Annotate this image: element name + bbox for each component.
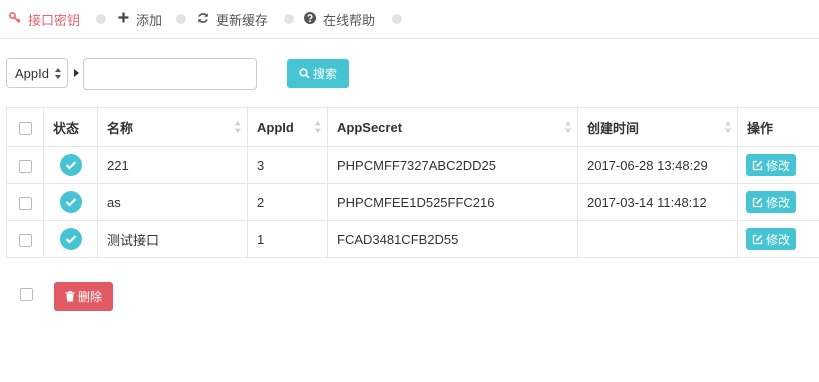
top-nav: 接口密钥 添加 更新缓存 在线帮助 <box>0 0 819 39</box>
search-button[interactable]: 搜索 <box>287 59 349 88</box>
sort-icon <box>235 121 241 133</box>
tab-separator-dot <box>392 14 402 24</box>
tab-label: 在线帮助 <box>323 12 376 28</box>
refresh-icon <box>196 12 210 27</box>
edit-icon <box>752 197 763 207</box>
search-field-select[interactable]: AppId <box>6 58 68 88</box>
sort-icon <box>565 121 571 133</box>
search-button-label: 搜索 <box>312 67 337 81</box>
created-time-cell <box>577 220 738 258</box>
delete-button[interactable]: 删除 <box>54 282 113 311</box>
edit-icon <box>752 234 763 244</box>
appid-cell: 2 <box>247 183 328 221</box>
check-circle-icon <box>59 228 82 250</box>
trash-icon <box>65 291 75 302</box>
header-created-label: 创建时间 <box>587 120 640 136</box>
edit-button[interactable]: 修改 <box>746 154 797 176</box>
edit-button-label: 修改 <box>766 158 791 173</box>
sort-icon <box>725 121 731 133</box>
header-appsecret[interactable]: AppSecret <box>327 107 578 147</box>
header-appid-label: AppId <box>257 119 294 135</box>
actions-cell: 修改 <box>737 220 819 258</box>
row-select-cell[interactable] <box>6 146 44 184</box>
appsecret-cell: FCAD3481CFB2D55 <box>327 220 578 258</box>
row-checkbox[interactable] <box>18 196 32 210</box>
tab-online-help[interactable]: 在线帮助 <box>303 10 375 28</box>
plus-icon <box>116 12 130 26</box>
tab-separator-dot <box>284 14 294 24</box>
tab-separator-dot <box>176 14 186 24</box>
check-circle-icon <box>59 154 82 176</box>
actions-cell: 修改 <box>737 146 819 184</box>
header-appid[interactable]: AppId <box>247 107 328 147</box>
check-circle-icon <box>59 191 82 213</box>
search-field-select-value: AppId <box>15 65 49 81</box>
footer-select-all-checkbox[interactable] <box>20 288 33 301</box>
status-cell <box>43 183 98 221</box>
edit-button-label: 修改 <box>766 195 791 210</box>
row-checkbox[interactable] <box>18 233 32 247</box>
status-cell <box>43 220 98 258</box>
name-cell: 测试接口 <box>97 220 248 258</box>
tab-add[interactable]: 添加 <box>116 10 162 28</box>
created-time-cell: 2017-03-14 11:48:12 <box>577 183 738 221</box>
search-icon <box>299 68 310 79</box>
header-name[interactable]: 名称 <box>97 107 248 147</box>
table-header-row: 状态 名称 AppId AppSecret 创建时间 操作 <box>6 107 819 147</box>
edit-button[interactable]: 修改 <box>746 191 797 213</box>
appid-cell: 1 <box>247 220 328 258</box>
edit-button-label: 修改 <box>766 232 791 247</box>
name-cell: as <box>97 183 248 221</box>
table-row: 221 3 PHPCMFF7327ABC2DD25 2017-06-28 13:… <box>6 146 819 184</box>
select-all-checkbox[interactable] <box>18 121 32 135</box>
appsecret-cell: PHPCMFF7327ABC2DD25 <box>327 146 578 184</box>
created-time-cell: 2017-06-28 13:48:29 <box>577 146 738 184</box>
header-name-label: 名称 <box>107 120 134 136</box>
row-select-cell[interactable] <box>6 220 44 258</box>
table-row: 测试接口 1 FCAD3481CFB2D55 修改 <box>6 220 819 258</box>
question-circle-icon <box>303 11 317 27</box>
row-select-cell[interactable] <box>6 183 44 221</box>
tab-label: 添加 <box>136 12 163 28</box>
appid-cell: 3 <box>247 146 328 184</box>
name-cell: 221 <box>97 146 248 184</box>
tab-separator-dot <box>96 14 106 24</box>
header-status: 状态 <box>43 107 98 147</box>
api-key-table: 状态 名称 AppId AppSecret 创建时间 操作 221 3 PHPC… <box>6 107 819 258</box>
delete-button-label: 删除 <box>77 290 102 304</box>
caret-right-icon <box>74 69 79 77</box>
tab-label: 更新缓存 <box>216 12 269 28</box>
search-input[interactable] <box>83 58 257 90</box>
sort-icon <box>315 121 321 133</box>
key-icon <box>8 11 22 27</box>
edit-button[interactable]: 修改 <box>746 228 797 250</box>
actions-cell: 修改 <box>737 183 819 221</box>
header-appsecret-label: AppSecret <box>337 119 403 135</box>
tab-refresh-cache[interactable]: 更新缓存 <box>196 10 268 28</box>
header-select-all[interactable] <box>6 107 44 147</box>
edit-icon <box>752 160 763 170</box>
status-cell <box>43 146 98 184</box>
row-checkbox[interactable] <box>18 159 32 173</box>
header-actions: 操作 <box>737 107 819 147</box>
table-row: as 2 PHPCMFEE1D525FFC216 2017-03-14 11:4… <box>6 183 819 221</box>
appsecret-cell: PHPCMFEE1D525FFC216 <box>327 183 578 221</box>
tab-label: 接口密钥 <box>28 12 81 28</box>
tab-api-keys[interactable]: 接口密钥 <box>8 10 80 28</box>
header-created-time[interactable]: 创建时间 <box>577 107 738 147</box>
select-arrows-icon <box>55 68 61 79</box>
